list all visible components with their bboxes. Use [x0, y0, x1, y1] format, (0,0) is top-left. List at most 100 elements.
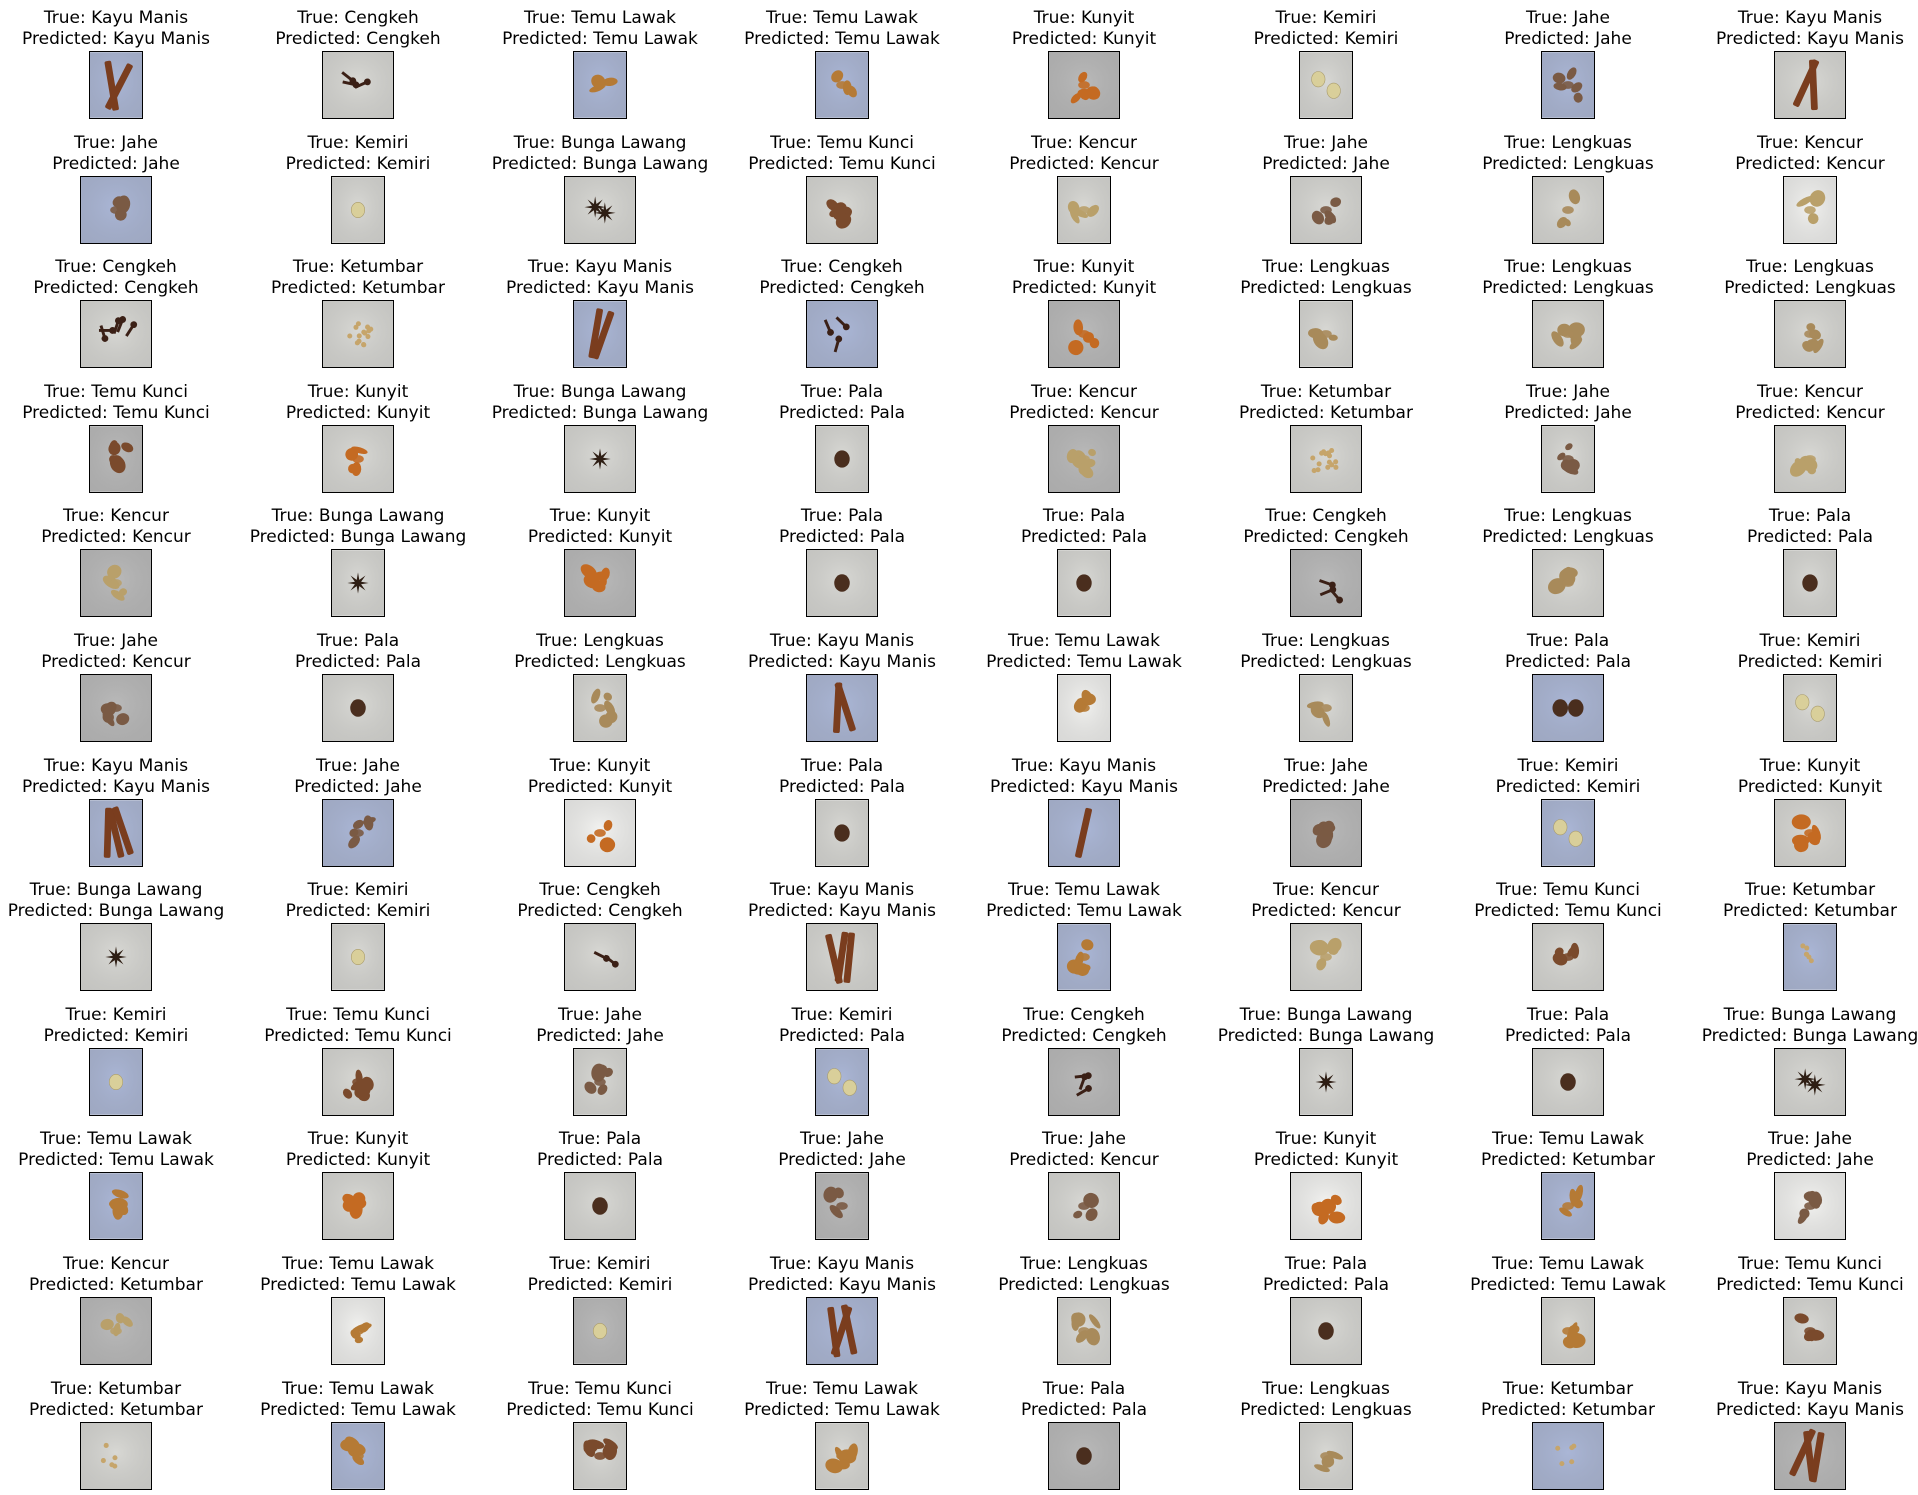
prediction-title: True: KunyitPredicted: Kunyit [239, 382, 478, 424]
prediction-cell: True: CengkehPredicted: Cengkeh [965, 997, 1204, 1121]
true-label: True: Cengkeh [0, 257, 236, 278]
predicted-label: Predicted: Kunyit [239, 1150, 478, 1171]
prediction-cell: True: Bunga LawangPredicted: Bunga Lawan… [481, 374, 720, 498]
sample-thumbnail [331, 176, 385, 244]
true-label: True: Temu Kunci [723, 133, 962, 154]
predicted-label: Predicted: Kayu Manis [0, 777, 236, 798]
predicted-label: Predicted: Temu Lawak [965, 652, 1204, 673]
prediction-title: True: Kayu ManisPredicted: Kayu Manis [1691, 8, 1918, 50]
sample-thumbnail [815, 1172, 869, 1240]
predicted-label: Predicted: Jahe [1691, 1150, 1918, 1171]
sample-thumbnail [1290, 799, 1362, 867]
predicted-label: Predicted: Kencur [965, 403, 1204, 424]
sample-thumbnail [1532, 300, 1604, 368]
true-label: True: Kayu Manis [723, 631, 962, 652]
predicted-label: Predicted: Ketumbar [1691, 901, 1918, 922]
true-label: True: Pala [723, 382, 962, 403]
prediction-cell: True: KunyitPredicted: Kunyit [481, 498, 720, 622]
prediction-cell: True: LengkuasPredicted: Lengkuas [1449, 125, 1688, 249]
predicted-label: Predicted: Lengkuas [1449, 527, 1688, 548]
true-label: True: Temu Lawak [239, 1379, 478, 1400]
prediction-title: True: PalaPredicted: Pala [723, 506, 962, 548]
true-label: True: Temu Lawak [1449, 1129, 1688, 1150]
prediction-cell: True: Bunga LawangPredicted: Bunga Lawan… [1207, 997, 1446, 1121]
predicted-label: Predicted: Temu Lawak [481, 29, 720, 50]
prediction-cell: True: KencurPredicted: Kencur [1207, 872, 1446, 996]
prediction-cell: True: KemiriPredicted: Kemiri [481, 1246, 720, 1370]
prediction-title: True: LengkuasPredicted: Lengkuas [1449, 257, 1688, 299]
prediction-title: True: CengkehPredicted: Cengkeh [239, 8, 478, 50]
true-label: True: Kencur [1691, 133, 1918, 154]
sample-thumbnail [806, 549, 878, 617]
true-label: True: Lengkuas [481, 631, 720, 652]
true-label: True: Ketumbar [1691, 880, 1918, 901]
true-label: True: Pala [1449, 1005, 1688, 1026]
predicted-label: Predicted: Cengkeh [239, 29, 478, 50]
sample-thumbnail [815, 425, 869, 493]
true-label: True: Temu Lawak [965, 880, 1204, 901]
prediction-cell: True: PalaPredicted: Pala [1449, 997, 1688, 1121]
predicted-label: Predicted: Jahe [481, 1026, 720, 1047]
predicted-label: Predicted: Jahe [1449, 403, 1688, 424]
prediction-title: True: JahePredicted: Jahe [1207, 756, 1446, 798]
prediction-title: True: LengkuasPredicted: Lengkuas [1207, 631, 1446, 673]
prediction-cell: True: PalaPredicted: Pala [481, 1121, 720, 1245]
true-label: True: Lengkuas [1691, 257, 1918, 278]
sample-thumbnail [1299, 674, 1353, 742]
prediction-title: True: KunyitPredicted: Kunyit [965, 8, 1204, 50]
predicted-label: Predicted: Temu Kunci [239, 1026, 478, 1047]
prediction-cell: True: Kayu ManisPredicted: Kayu Manis [723, 872, 962, 996]
prediction-title: True: PalaPredicted: Pala [481, 1129, 720, 1171]
sample-thumbnail [1774, 51, 1846, 119]
sample-thumbnail [1774, 300, 1846, 368]
sample-thumbnail [573, 300, 627, 368]
sample-thumbnail [564, 923, 636, 991]
prediction-title: True: KunyitPredicted: Kunyit [481, 506, 720, 548]
prediction-title: True: JahePredicted: Kencur [965, 1129, 1204, 1171]
prediction-title: True: LengkuasPredicted: Lengkuas [1207, 1379, 1446, 1421]
sample-thumbnail [1299, 1422, 1353, 1490]
prediction-title: True: Temu KunciPredicted: Temu Kunci [481, 1379, 720, 1421]
true-label: True: Jahe [1207, 756, 1446, 777]
prediction-cell: True: Temu KunciPredicted: Temu Kunci [239, 997, 478, 1121]
prediction-cell: True: KunyitPredicted: Kunyit [239, 1121, 478, 1245]
prediction-title: True: JahePredicted: Jahe [1207, 133, 1446, 175]
prediction-title: True: JahePredicted: Jahe [481, 1005, 720, 1047]
prediction-cell: True: Bunga LawangPredicted: Bunga Lawan… [1691, 997, 1918, 1121]
prediction-title: True: JahePredicted: Jahe [0, 133, 236, 175]
prediction-cell: True: KemiriPredicted: Kemiri [239, 125, 478, 249]
prediction-cell: True: JahePredicted: Jahe [1207, 125, 1446, 249]
predicted-label: Predicted: Kencur [965, 1150, 1204, 1171]
sample-thumbnail [1290, 1172, 1362, 1240]
prediction-cell: True: Temu LawakPredicted: Temu Lawak [239, 1371, 478, 1495]
sample-thumbnail [1541, 1172, 1595, 1240]
sample-thumbnail [80, 674, 152, 742]
prediction-cell: True: Temu LawakPredicted: Temu Lawak [965, 872, 1204, 996]
sample-thumbnail [1541, 1297, 1595, 1365]
true-label: True: Temu Lawak [723, 8, 962, 29]
prediction-title: True: KencurPredicted: Kencur [1691, 382, 1918, 424]
prediction-cell: True: KunyitPredicted: Kunyit [1207, 1121, 1446, 1245]
prediction-title: True: Temu KunciPredicted: Temu Kunci [239, 1005, 478, 1047]
sample-thumbnail [815, 799, 869, 867]
predicted-label: Predicted: Kunyit [965, 278, 1204, 299]
prediction-cell: True: KencurPredicted: Kencur [1691, 374, 1918, 498]
predicted-label: Predicted: Pala [723, 1026, 962, 1047]
prediction-cell: True: Temu LawakPredicted: Temu Lawak [1449, 1246, 1688, 1370]
prediction-title: True: KencurPredicted: Kencur [1691, 133, 1918, 175]
prediction-cell: True: KemiriPredicted: Kemiri [1449, 748, 1688, 872]
prediction-cell: True: Temu LawakPredicted: Temu Lawak [965, 623, 1204, 747]
prediction-cell: True: JahePredicted: Jahe [723, 1121, 962, 1245]
predicted-label: Predicted: Kemiri [0, 1026, 236, 1047]
sample-thumbnail [1048, 1172, 1120, 1240]
predicted-label: Predicted: Pala [481, 1150, 720, 1171]
true-label: True: Temu Kunci [239, 1005, 478, 1026]
true-label: True: Jahe [0, 631, 236, 652]
true-label: True: Jahe [1207, 133, 1446, 154]
prediction-title: True: Temu LawakPredicted: Temu Lawak [723, 8, 962, 50]
prediction-title: True: KemiriPredicted: Kemiri [1207, 8, 1446, 50]
predicted-label: Predicted: Temu Lawak [239, 1275, 478, 1296]
prediction-title: True: Temu LawakPredicted: Temu Lawak [965, 631, 1204, 673]
predicted-label: Predicted: Temu Lawak [965, 901, 1204, 922]
predicted-label: Predicted: Bunga Lawang [1691, 1026, 1918, 1047]
